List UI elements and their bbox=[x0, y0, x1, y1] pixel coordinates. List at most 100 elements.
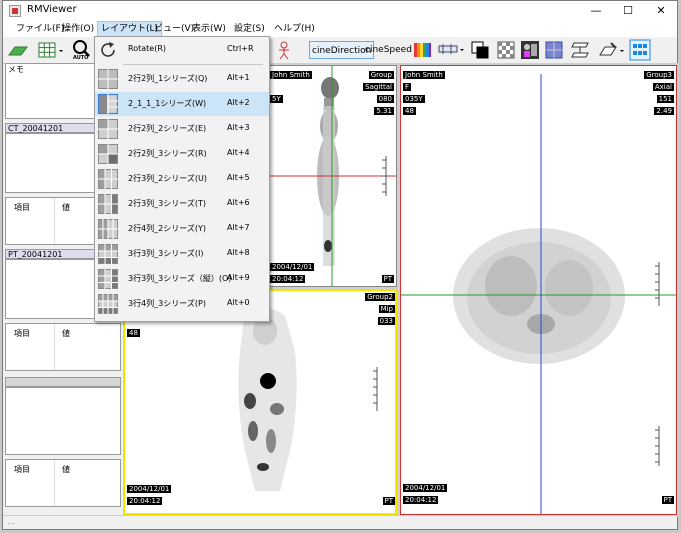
rotate-icon bbox=[101, 42, 115, 57]
sex-label: F bbox=[403, 83, 412, 91]
resize-grip-icon: … bbox=[7, 517, 15, 526]
color-map-icon[interactable] bbox=[411, 39, 433, 61]
layout-2x3-3series-icon bbox=[98, 194, 118, 214]
menu-item-layout-1[interactable]: 2行2列_1シリーズ(Q) Alt+1 bbox=[95, 67, 269, 91]
menu-item-shortcut: Alt+5 bbox=[227, 173, 250, 182]
overlay-icon[interactable] bbox=[469, 39, 491, 61]
slice-number: 080 bbox=[376, 95, 394, 103]
plane-label: Sagittal bbox=[363, 83, 394, 91]
menu-item-label: 2行3列_2シリーズ(U) bbox=[128, 174, 207, 183]
age-label: 5Y bbox=[270, 95, 283, 103]
person-icon[interactable] bbox=[273, 39, 295, 61]
viewport-mip[interactable]: Group2 Mip 033 48 2004/12/01 20:04:12 PT bbox=[123, 289, 397, 515]
menu-separator bbox=[123, 64, 263, 65]
auto-label: AUTO bbox=[73, 55, 89, 61]
auto-zoom-icon[interactable]: AUTO bbox=[71, 39, 93, 61]
menu-item-shortcut: Alt+7 bbox=[227, 223, 250, 232]
slice-thickness: 5.31 bbox=[374, 107, 394, 115]
info-grid-empty: 項目 値 bbox=[5, 459, 121, 507]
menu-display[interactable]: 表示(W) bbox=[189, 22, 229, 36]
menu-item-shortcut: Alt+4 bbox=[227, 148, 250, 157]
slice-number: 033 bbox=[377, 317, 395, 325]
study-date: 2004/12/01 bbox=[127, 485, 172, 493]
window-title: RMViewer bbox=[27, 4, 77, 15]
menu-item-layout-5[interactable]: 2行3列_2シリーズ(U) Alt+5 bbox=[95, 167, 269, 191]
title-bar: RMViewer — ☐ ✕ bbox=[3, 1, 677, 21]
grid-layout-icon[interactable] bbox=[37, 39, 67, 61]
pixel-spacing: 2.49 bbox=[654, 107, 674, 115]
col-value: 値 bbox=[62, 329, 70, 338]
layout-2x2-icon bbox=[98, 69, 118, 89]
layout-grid-icon[interactable] bbox=[629, 39, 651, 61]
menu-settings[interactable]: 設定(S) bbox=[231, 22, 268, 36]
modality-label: PT bbox=[381, 275, 394, 283]
study-time: 20:04:12 bbox=[270, 275, 306, 283]
axial-image bbox=[401, 74, 676, 514]
layout-2x2-3series-icon bbox=[98, 144, 118, 164]
patient-name: John Smith bbox=[403, 71, 445, 79]
close-button[interactable]: ✕ bbox=[646, 1, 676, 21]
plane-label: Axial bbox=[652, 83, 674, 91]
menu-item-shortcut: Alt+1 bbox=[227, 73, 250, 82]
minimize-button[interactable]: — bbox=[581, 1, 611, 21]
menu-item-layout-4[interactable]: 2行2列_3シリーズ(R) Alt+4 bbox=[95, 142, 269, 166]
layout-2x4-2series-icon bbox=[98, 219, 118, 239]
menu-item-label: Rotate(R) bbox=[128, 44, 166, 53]
info-grid-pt: 項目 値 bbox=[5, 323, 121, 371]
modality-label: PT bbox=[661, 496, 674, 504]
layout-dropdown-menu: Rotate(R) Ctrl+R 2行2列_1シリーズ(Q) Alt+1 2_1… bbox=[94, 36, 270, 322]
fusion-icon[interactable] bbox=[519, 39, 541, 61]
age-label: 035Y bbox=[403, 95, 425, 103]
menu-bar: ファイル(F) 操作(O) レイアウト(L) ビュー(V) 表示(W) 設定(S… bbox=[3, 21, 677, 37]
menu-item-shortcut: Ctrl+R bbox=[227, 44, 254, 53]
menu-item-layout-10[interactable]: 3行4列_3シリーズ(P) Alt+0 bbox=[95, 292, 269, 316]
menu-item-layout-3[interactable]: 2行2列_2シリーズ(E) Alt+3 bbox=[95, 117, 269, 141]
study-time: 20:04:12 bbox=[403, 496, 439, 504]
edit-shape-icon[interactable] bbox=[597, 39, 627, 61]
menu-item-layout-7[interactable]: 2行4列_2シリーズ(Y) Alt+7 bbox=[95, 217, 269, 241]
col-item: 項目 bbox=[14, 329, 30, 338]
menu-item-label: 2行2列_2シリーズ(E) bbox=[128, 124, 207, 133]
study-date: 2004/12/01 bbox=[270, 263, 315, 271]
menu-item-label: 3行4列_3シリーズ(P) bbox=[128, 299, 206, 308]
layout-3x3-vertical-icon bbox=[98, 269, 118, 289]
patient-name: John Smith bbox=[270, 71, 312, 79]
pattern-icon[interactable] bbox=[543, 39, 565, 61]
mip-image bbox=[238, 307, 378, 491]
menu-item-label: 3行3列_3シリーズ(I) bbox=[128, 249, 204, 258]
series-thumbnail-empty[interactable] bbox=[5, 387, 121, 455]
menu-item-shortcut: Alt+8 bbox=[227, 248, 250, 257]
slice-thickness: 48 bbox=[403, 107, 416, 115]
group-label: Group3 bbox=[644, 71, 674, 79]
menu-item-layout-2[interactable]: 2_1_1_1シリーズ(W) Alt+2 bbox=[95, 92, 269, 116]
menu-item-label: 2行3列_3シリーズ(T) bbox=[128, 199, 206, 208]
viewport-axial[interactable]: John Smith F 035Y 48 Group3 Axial 151 2.… bbox=[400, 65, 677, 515]
layout-3x4-3series-icon bbox=[98, 294, 118, 314]
checker-icon[interactable] bbox=[495, 39, 517, 61]
menu-item-label: 3行3列_3シリーズ（縦）(O) bbox=[128, 274, 232, 283]
slice-thickness: 48 bbox=[127, 329, 140, 337]
col-value: 値 bbox=[62, 465, 70, 474]
app-icon bbox=[9, 5, 21, 17]
menu-operation[interactable]: 操作(O) bbox=[59, 22, 97, 36]
cine-speed-button[interactable]: cineSpeed bbox=[363, 41, 414, 59]
menu-item-shortcut: Alt+2 bbox=[227, 98, 250, 107]
menu-item-layout-8[interactable]: 3行3列_3シリーズ(I) Alt+8 bbox=[95, 242, 269, 266]
sync-icon[interactable] bbox=[569, 39, 591, 61]
menu-item-layout-6[interactable]: 2行3列_3シリーズ(T) Alt+6 bbox=[95, 192, 269, 216]
menu-item-label: 2行4列_2シリーズ(Y) bbox=[128, 224, 206, 233]
modality-label: PT bbox=[382, 497, 395, 505]
menu-item-label: 2行2列_3シリーズ(R) bbox=[128, 149, 207, 158]
menu-item-label: 2行2列_1シリーズ(Q) bbox=[128, 74, 208, 83]
layout-3x3-3series-icon bbox=[98, 244, 118, 264]
series-header-empty bbox=[5, 377, 121, 387]
window-level-icon[interactable] bbox=[437, 39, 467, 61]
group-label: Group2 bbox=[365, 293, 395, 301]
maximize-button[interactable]: ☐ bbox=[613, 1, 643, 21]
menu-item-layout-9[interactable]: 3行3列_3シリーズ（縦）(O) Alt+9 bbox=[95, 267, 269, 291]
menu-item-shortcut: Alt+0 bbox=[227, 298, 250, 307]
draw-shape-icon[interactable] bbox=[7, 39, 34, 61]
menu-item-rotate[interactable]: Rotate(R) Ctrl+R bbox=[95, 38, 269, 62]
layout-2111-icon bbox=[98, 94, 118, 114]
menu-help[interactable]: ヘルプ(H) bbox=[271, 22, 318, 36]
